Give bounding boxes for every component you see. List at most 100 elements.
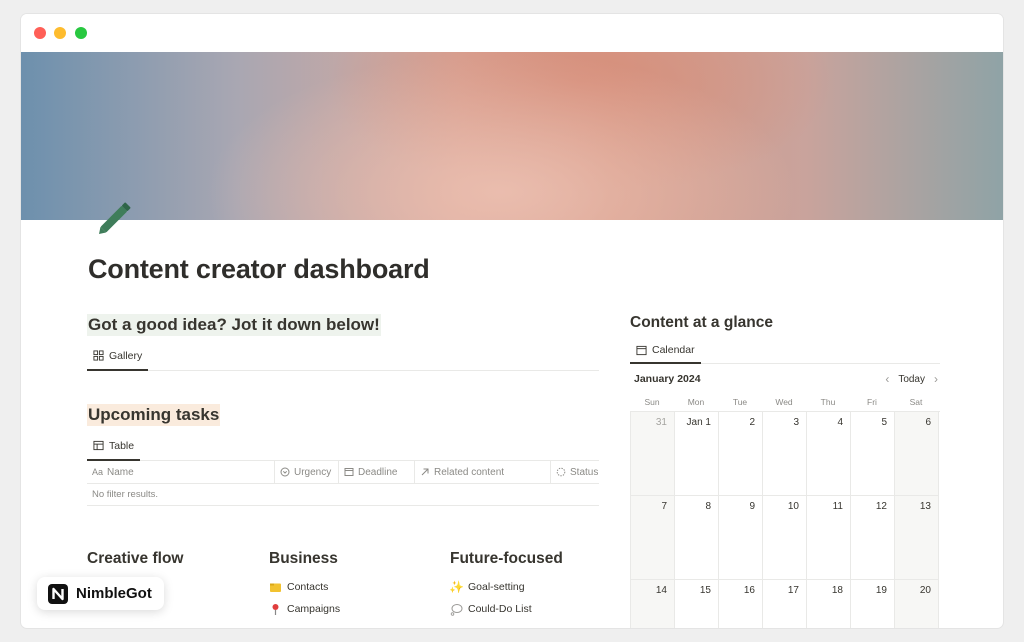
status-icon [556,467,566,477]
tab-table[interactable]: Table [87,432,141,461]
calendar-day-cell[interactable]: 11 [807,496,851,580]
ideas-section: Got a good idea? Jot it down below! Gall… [87,314,599,371]
business-heading: Business [269,550,338,567]
calendar-day-cell[interactable]: 20 [895,580,939,628]
weekday-label: Thu [820,396,836,407]
creative-flow-heading: Creative flow [87,550,184,567]
weekday-label: Sun [644,396,660,407]
calendar-day-cell[interactable]: 10 [763,496,807,580]
table-icon [93,440,104,451]
column-urgency-label: Urgency [294,466,332,478]
calendar-day-cell[interactable]: Jan 1 [675,412,719,496]
tab-gallery-label: Gallery [109,349,143,362]
calendar-weekdays: Sun Mon Tue Wed Thu Fri Sat [630,392,940,412]
calendar-heading: Content at a glance [630,314,773,331]
column-name-label: Name [107,466,134,478]
column-deadline-label: Deadline [358,466,398,478]
previous-month-chevron-icon[interactable]: ‹ [885,372,889,386]
tasks-heading: Upcoming tasks [87,404,221,426]
tab-gallery[interactable]: Gallery [87,342,149,371]
column-status-label: Status [570,466,599,478]
maximize-window-button[interactable] [75,27,87,39]
next-month-chevron-icon[interactable]: › [934,372,938,386]
minimize-window-button[interactable] [54,27,66,39]
column-status[interactable]: Status [551,461,599,483]
calendar-day-cell[interactable]: 9 [719,496,763,580]
app-window: Content creator dashboard Got a good ide… [21,14,1003,628]
weekday-label: Tue [732,396,748,407]
brand-badge: NimbleGot [37,577,164,610]
calendar-day-cell[interactable]: 7 [631,496,675,580]
calendar-day-cell[interactable]: 18 [807,580,851,628]
link-goal-setting[interactable]: ✨ Goal-setting [449,576,563,598]
future-focused-heading: Future-focused [450,550,563,567]
text-icon: Aa [92,467,104,477]
calendar-day-cell[interactable]: 15 [675,580,719,628]
relation-arrow-icon [421,468,429,476]
link-campaigns-label: Campaigns [287,603,341,615]
column-deadline[interactable]: Deadline [339,461,415,483]
link-contacts[interactable]: Contacts [269,576,340,598]
link-could-do-list[interactable]: Could-Do List [450,598,563,620]
business-section: Business Contacts Campaigns [269,550,340,620]
calendar-day-cell[interactable]: 4 [807,412,851,496]
future-focused-section: Future-focused ✨ Goal-setting Could-Do L… [449,550,563,620]
link-contacts-label: Contacts [287,581,329,593]
folder-icon [269,581,282,594]
brand-name: NimbleGot [76,585,152,602]
weekday-label: Fri [867,396,877,407]
ideas-heading: Got a good idea? Jot it down below! [87,314,381,336]
creative-flow-section: Creative flow [87,550,183,576]
calendar-day-cell[interactable]: 13 [895,496,939,580]
weekday-label: Wed [775,396,793,407]
calendar-nav: January 2024 ‹ Today › [630,366,940,392]
tab-calendar-label: Calendar [652,344,695,356]
calendar-section: Content at a glance Calendar January 202… [630,314,940,628]
weekday-label: Mon [687,396,705,407]
page-title: Content creator dashboard [88,254,430,284]
tab-calendar[interactable]: Calendar [630,338,701,364]
calendar-day-cell[interactable]: 8 [675,496,719,580]
calendar-icon [344,468,354,476]
column-related-content-label: Related content [434,466,505,478]
tab-table-label: Table [109,439,135,452]
calendar-nav-buttons: ‹ Today › [885,372,940,386]
pencil-icon[interactable] [93,194,139,240]
calendar-view-icon [636,345,647,355]
calendar-day-cell[interactable]: 19 [851,580,895,628]
empty-results-text: No filter results. [87,484,599,506]
title-bar [21,14,1003,52]
calendar-day-cell[interactable]: 5 [851,412,895,496]
select-icon [280,467,290,477]
calendar-day-cell[interactable]: 3 [763,412,807,496]
today-button[interactable]: Today [898,374,925,385]
table-header: Aa Name Urgency Deadline Related content… [87,461,599,484]
pin-icon [269,603,282,616]
page-cover[interactable] [21,52,1003,220]
thought-bubble-icon [450,603,463,616]
calendar-month: January 2024 [634,373,701,385]
column-urgency[interactable]: Urgency [275,461,339,483]
gallery-icon [93,350,104,361]
calendar-day-cell[interactable]: 2 [719,412,763,496]
calendar-grid: 31 Jan 1 2 3 4 5 6 7 8 9 10 11 12 13 14 … [630,412,940,628]
calendar-day-cell[interactable]: 17 [763,580,807,628]
link-campaigns[interactable]: Campaigns [269,598,340,620]
sparkles-icon: ✨ [449,580,464,594]
link-could-do-list-label: Could-Do List [468,603,532,615]
column-related-content[interactable]: Related content [415,461,551,483]
close-window-button[interactable] [34,27,46,39]
calendar-day-cell[interactable]: 31 [631,412,675,496]
column-name[interactable]: Aa Name [87,461,275,483]
weekday-label: Sat [909,396,923,407]
calendar-day-cell[interactable]: 6 [895,412,939,496]
calendar-day-cell[interactable]: 16 [719,580,763,628]
calendar-day-cell[interactable]: 12 [851,496,895,580]
calendar-day-cell[interactable]: 14 [631,580,675,628]
link-columns: Creative flow Business Contacts Campaign… [87,550,627,628]
ideas-view-tabs: Gallery [87,342,599,371]
tasks-view-tabs: Table [87,432,599,461]
link-goal-setting-label: Goal-setting [468,581,525,593]
calendar-view-tabs: Calendar [630,338,940,364]
tasks-section: Upcoming tasks Table Aa Name Urgency Dea… [87,404,599,506]
